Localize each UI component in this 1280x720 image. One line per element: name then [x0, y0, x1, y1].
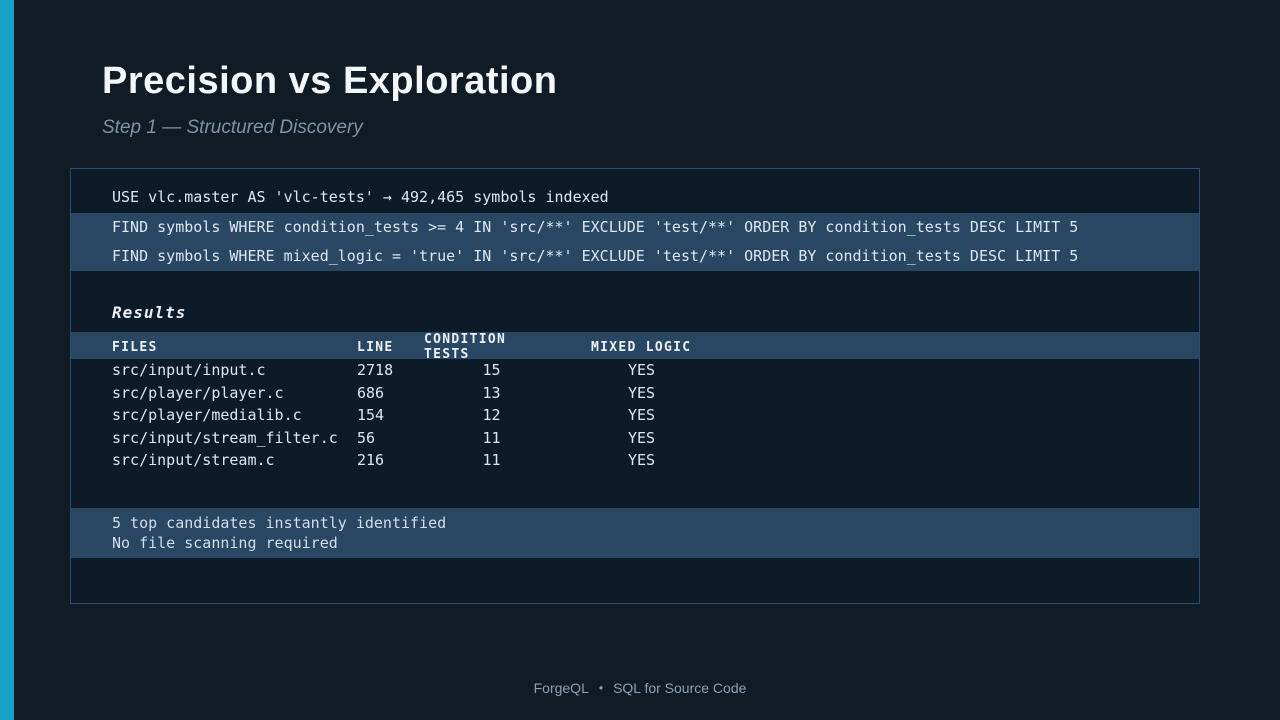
cell-mixed-logic: YES	[627, 428, 656, 447]
cell-condition-tests: 15	[482, 361, 501, 380]
cell-file: src/input/stream_filter.c	[112, 428, 338, 447]
column-header-line: LINE	[357, 339, 394, 355]
footer: ForgeQL • SQL for Source Code	[0, 680, 1280, 696]
table-row: src/player/player.c 686 13 YES	[71, 382, 1199, 405]
column-header-condition-tests: CONDITION TESTS	[424, 332, 507, 362]
cell-condition-tests: 13	[482, 383, 501, 402]
cell-mixed-logic: YES	[627, 451, 656, 470]
slide-header: Precision vs Exploration Step 1 — Struct…	[102, 60, 557, 139]
page-title: Precision vs Exploration	[102, 60, 558, 102]
cell-line: 154	[357, 406, 385, 425]
cell-line: 2718	[357, 361, 394, 380]
summary-line: 5 top candidates instantly identified	[112, 513, 447, 532]
cell-condition-tests: 12	[482, 406, 501, 425]
table-row: src/input/stream.c 216 11 YES	[71, 449, 1199, 472]
page-subtitle: Step 1 — Structured Discovery	[102, 117, 363, 138]
cell-file: src/input/stream.c	[112, 451, 275, 470]
bullet-separator: •	[598, 681, 604, 695]
cell-line: 216	[357, 451, 385, 470]
cell-condition-tests: 11	[482, 451, 501, 470]
cell-mixed-logic: YES	[627, 361, 656, 380]
cell-file: src/player/medialib.c	[112, 406, 302, 425]
summary-note: 5 top candidates instantly identified No…	[71, 507, 1199, 558]
column-header-mixed-logic: MIXED LOGIC	[591, 339, 692, 355]
cell-mixed-logic: YES	[627, 383, 656, 402]
query-results-panel: USE vlc.master AS 'vlc-tests' → 492,465 …	[70, 168, 1200, 604]
footer-tagline: SQL for Source Code	[613, 680, 747, 696]
cell-line: 56	[357, 428, 376, 447]
query-line: FIND symbols WHERE condition_tests >= 4 …	[112, 218, 1079, 236]
column-header-files: FILES	[112, 339, 158, 355]
cell-mixed-logic: YES	[627, 406, 656, 425]
accent-bar	[0, 0, 14, 720]
cell-line: 686	[357, 383, 385, 402]
cell-file: src/player/player.c	[112, 383, 284, 402]
table-row: src/input/input.c 2718 15 YES	[71, 359, 1199, 382]
results-heading: Results	[112, 303, 187, 322]
results-table-body: src/input/input.c 2718 15 YES src/player…	[71, 359, 1199, 472]
use-statement: USE vlc.master AS 'vlc-tests' → 492,465 …	[112, 188, 609, 206]
query-line: FIND symbols WHERE mixed_logic = 'true' …	[112, 247, 1079, 265]
table-row: src/input/stream_filter.c 56 11 YES	[71, 427, 1199, 450]
summary-line: No file scanning required	[112, 533, 338, 552]
table-row: src/player/medialib.c 154 12 YES	[71, 404, 1199, 427]
results-table-header: FILES LINE CONDITION TESTS MIXED LOGIC	[71, 332, 1199, 362]
query-highlight-block: FIND symbols WHERE condition_tests >= 4 …	[71, 213, 1199, 271]
cell-file: src/input/input.c	[112, 361, 266, 380]
footer-brand: ForgeQL	[533, 680, 589, 696]
cell-condition-tests: 11	[482, 428, 501, 447]
